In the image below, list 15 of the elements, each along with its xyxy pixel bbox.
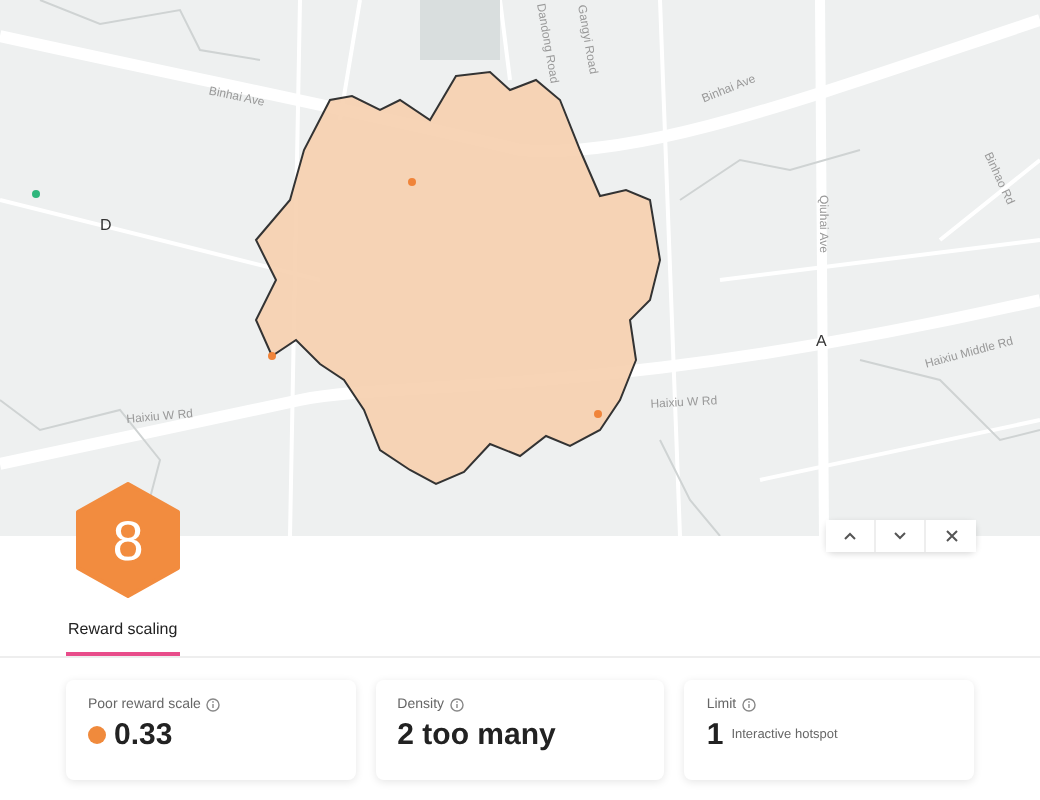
card-value: 0.33 xyxy=(114,718,173,752)
chevron-up-icon xyxy=(844,532,856,540)
close-icon xyxy=(945,530,957,542)
card-value: 2 too many xyxy=(397,718,556,752)
building-block xyxy=(420,0,500,60)
card-value: 1 xyxy=(706,718,724,752)
info-icon[interactable] xyxy=(742,698,757,712)
tab[interactable]: Reward scaling xyxy=(66,612,180,656)
close-button[interactable] xyxy=(926,520,976,552)
area-label: D xyxy=(100,216,112,234)
chevron-down-icon xyxy=(894,532,906,540)
area-label: A xyxy=(816,332,827,350)
hexagon-badge: 8 xyxy=(74,482,182,598)
info-icon[interactable] xyxy=(206,698,221,712)
info-icon[interactable] xyxy=(450,698,465,712)
